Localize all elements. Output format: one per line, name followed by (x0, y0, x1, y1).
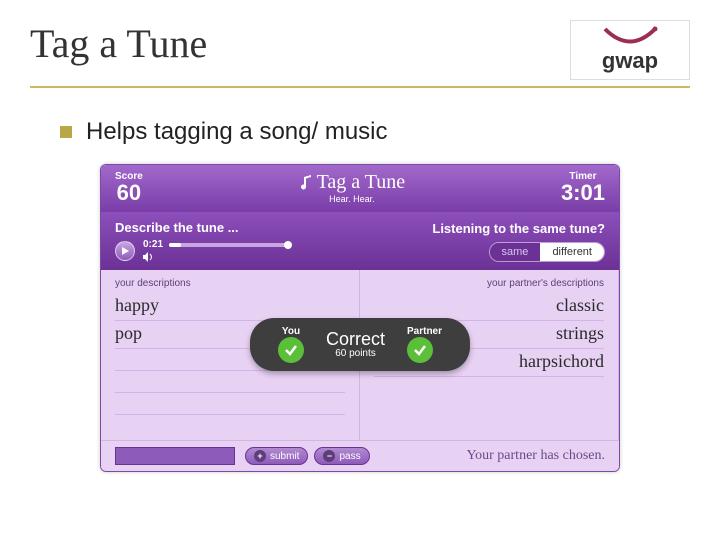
empty-line (115, 393, 345, 415)
game-panel: Score 60 Tag a Tune Hear. Hear. Timer 3:… (100, 164, 620, 472)
empty-line (115, 371, 345, 393)
your-word: happy (115, 293, 345, 321)
partner-chosen-note: Your partner has chosen. (466, 448, 605, 464)
same-different-toggle: same different (489, 242, 605, 262)
game-subbar: Describe the tune ... 0:21 Listening to … (101, 212, 619, 270)
check-icon (278, 337, 304, 363)
pill-status: Correct (326, 330, 385, 348)
minus-icon: − (323, 450, 335, 462)
score-value: 60 (115, 182, 143, 204)
game-header: Score 60 Tag a Tune Hear. Hear. Timer 3:… (101, 165, 619, 212)
bullet-icon (60, 126, 72, 138)
partner-word: classic (374, 293, 604, 321)
plus-icon: + (254, 450, 266, 462)
pass-button[interactable]: − pass (314, 447, 369, 465)
description-input[interactable] (115, 447, 235, 465)
bullet-text: Helps tagging a song/ music (86, 118, 388, 146)
pill-you-label: You (278, 326, 304, 337)
pass-label: pass (339, 451, 360, 462)
gwap-logo: gwap (570, 20, 690, 80)
submit-button[interactable]: + submit (245, 447, 308, 465)
game-footer: + submit − pass Your partner has chosen. (101, 440, 619, 471)
result-pill: You Correct 60 points Partner (250, 318, 470, 371)
music-note-icon (299, 175, 313, 191)
timer-value: 3:01 (561, 182, 605, 204)
check-icon (407, 337, 433, 363)
slide-title: Tag a Tune (30, 20, 207, 67)
submit-label: submit (270, 451, 299, 462)
same-button[interactable]: same (490, 243, 541, 261)
gwap-logo-text: gwap (602, 48, 658, 74)
play-button[interactable] (115, 241, 135, 261)
seek-track[interactable] (169, 243, 289, 247)
game-title-text: Tag a Tune (317, 171, 406, 194)
gwap-arc-icon (600, 26, 660, 48)
play-icon (122, 247, 129, 255)
play-time: 0:21 (143, 239, 163, 250)
game-title: Tag a Tune (299, 171, 406, 194)
same-tune-label: Listening to the same tune? (432, 221, 605, 236)
volume-icon[interactable] (143, 252, 155, 262)
game-body: your descriptions happy pop your partner… (101, 270, 619, 440)
partner-desc-label: your partner's descriptions (374, 278, 604, 289)
your-desc-label: your descriptions (115, 278, 345, 289)
pill-points: 60 points (326, 348, 385, 359)
describe-label: Describe the tune ... (115, 220, 289, 235)
game-subtitle: Hear. Hear. (299, 194, 406, 204)
pill-partner-label: Partner (407, 326, 442, 337)
different-button[interactable]: different (540, 243, 604, 261)
